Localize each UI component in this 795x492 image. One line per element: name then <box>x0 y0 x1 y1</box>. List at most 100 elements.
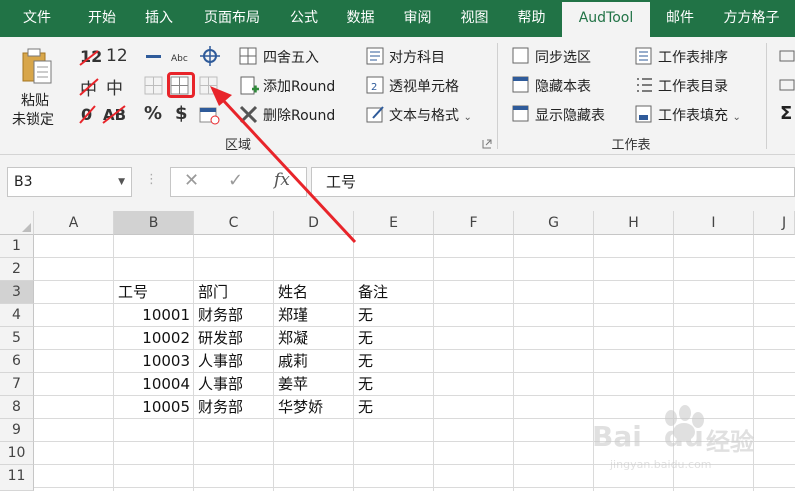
tab-home[interactable]: 开始 <box>74 0 130 37</box>
chevron-down-icon: ⌄ <box>463 112 472 123</box>
row-header[interactable]: 3 <box>0 281 34 304</box>
row-header[interactable]: 2 <box>0 258 34 281</box>
show-hidden-button[interactable]: 显示隐藏表 <box>535 105 605 125</box>
sheet-toc-button[interactable]: 工作表目录 <box>658 76 728 96</box>
table-cell[interactable]: 无 <box>354 304 434 327</box>
sheet-fill-button[interactable]: 工作表填充 ⌄ <box>658 105 741 125</box>
zero-struck-icon[interactable]: 0 <box>78 103 98 125</box>
row-header[interactable]: 10 <box>0 442 34 465</box>
tab-file[interactable]: 文件 <box>0 0 74 37</box>
name-box[interactable]: B3 ▼ <box>7 167 132 197</box>
tab-data[interactable]: 数据 <box>332 0 389 37</box>
formula-input[interactable]: 工号 <box>311 167 795 197</box>
column-header[interactable]: B <box>114 211 194 235</box>
chevron-down-icon: ⌄ <box>732 112 741 123</box>
number-12-icon[interactable]: 12 <box>106 46 128 66</box>
table-header-cell[interactable]: 备注 <box>354 281 434 304</box>
column-header[interactable]: D <box>274 211 354 235</box>
table-cell[interactable]: 戚莉 <box>274 350 354 373</box>
table-cell[interactable]: 无 <box>354 350 434 373</box>
delete-round-button[interactable]: 删除Round <box>263 105 335 125</box>
column-header[interactable]: E <box>354 211 434 235</box>
table-cell[interactable]: 华梦娇 <box>274 396 354 419</box>
table-cell[interactable]: 人事部 <box>194 373 274 396</box>
paste-unlocked-label-2[interactable]: 未锁定 <box>12 109 54 129</box>
dialog-launcher-icon[interactable] <box>482 139 492 149</box>
sheet-sort-button[interactable]: 工作表排序 <box>658 47 728 67</box>
fx-icon[interactable]: fx <box>274 170 290 190</box>
table-cell[interactable]: 财务部 <box>194 396 274 419</box>
table-cell[interactable]: 郑凝 <box>274 327 354 350</box>
tab-insert[interactable]: 插入 <box>130 0 188 37</box>
table-cell[interactable]: 无 <box>354 327 434 350</box>
column-header[interactable]: C <box>194 211 274 235</box>
column-header[interactable]: A <box>34 211 114 235</box>
table-cell[interactable]: 人事部 <box>194 350 274 373</box>
sync-select-button[interactable]: 同步选区 <box>535 47 591 67</box>
column-header[interactable]: H <box>594 211 674 235</box>
row-header[interactable]: 6 <box>0 350 34 373</box>
row-header[interactable]: 5 <box>0 327 34 350</box>
tab-fangfanggezi[interactable]: 方方格子 <box>708 0 795 37</box>
hide-sheet-button[interactable]: 隐藏本表 <box>535 76 591 96</box>
table-cell[interactable]: 研发部 <box>194 327 274 350</box>
row-header[interactable]: 7 <box>0 373 34 396</box>
row-header[interactable]: 11 <box>0 465 34 491</box>
table-cell[interactable]: 无 <box>354 396 434 419</box>
overflow-icon-1[interactable] <box>778 47 795 67</box>
sigma-icon[interactable]: Σ <box>780 103 792 124</box>
table-cell[interactable]: 无 <box>354 373 434 396</box>
check-icon[interactable]: ✓ <box>228 170 243 191</box>
grid-gray-icon[interactable] <box>144 76 164 96</box>
tab-help[interactable]: 帮助 <box>503 0 560 37</box>
center-move-icon[interactable] <box>199 45 221 67</box>
calendar-icon[interactable] <box>199 105 221 125</box>
table-header-cell[interactable]: 姓名 <box>274 281 354 304</box>
pivot-cell-button[interactable]: 透视单元格 <box>389 76 459 96</box>
table-cell[interactable]: 10004 <box>114 373 194 396</box>
cancel-icon[interactable]: ✕ <box>184 170 199 191</box>
text-format-label: 文本与格式 <box>389 108 459 124</box>
overflow-icon-2[interactable] <box>778 76 795 96</box>
tab-view[interactable]: 视图 <box>446 0 503 37</box>
add-round-button[interactable]: 添加Round <box>263 76 335 96</box>
tab-review[interactable]: 审阅 <box>389 0 446 37</box>
duifang-button[interactable]: 对方科目 <box>389 47 445 67</box>
column-header[interactable]: J <box>754 211 795 235</box>
table-header-cell[interactable]: 工号 <box>114 281 194 304</box>
grid-light-icon[interactable] <box>199 76 219 96</box>
row-header[interactable]: 1 <box>0 235 34 258</box>
tab-mail[interactable]: 邮件 <box>652 0 708 37</box>
tab-formulas[interactable]: 公式 <box>276 0 332 37</box>
table-header-cell[interactable]: 部门 <box>194 281 274 304</box>
row-header[interactable]: 8 <box>0 396 34 419</box>
paste-unlocked-label-1[interactable]: 粘贴 <box>21 90 49 110</box>
table-cell[interactable]: 郑瑾 <box>274 304 354 327</box>
column-header[interactable]: I <box>674 211 754 235</box>
row-header[interactable]: 9 <box>0 419 34 442</box>
column-header[interactable]: G <box>514 211 594 235</box>
text-format-button[interactable]: 文本与格式 ⌄ <box>389 105 472 125</box>
percent-icon[interactable]: % <box>144 103 162 124</box>
minus-icon[interactable] <box>144 47 164 67</box>
vertical-dots-icon[interactable]: ⋮ <box>145 172 158 187</box>
round-icon <box>239 47 257 65</box>
table-cell[interactable]: 10002 <box>114 327 194 350</box>
table-cell[interactable]: 姜苹 <box>274 373 354 396</box>
table-cell[interactable]: 10003 <box>114 350 194 373</box>
abc-case-icon[interactable]: Abc <box>170 47 194 67</box>
table-cell[interactable]: 10005 <box>114 396 194 419</box>
zhong-icon[interactable]: 中 <box>106 74 123 99</box>
ab-struck-icon[interactable]: AB <box>101 103 129 125</box>
chevron-down-icon[interactable]: ▼ <box>118 168 125 196</box>
dollar-icon[interactable]: $ <box>175 103 188 124</box>
row-header[interactable]: 4 <box>0 304 34 327</box>
tab-audtool[interactable]: AudTool <box>562 2 650 37</box>
tab-page-layout[interactable]: 页面布局 <box>188 0 276 37</box>
group-label-quyu: 区域 <box>224 138 251 153</box>
round-button[interactable]: 四舍五入 <box>263 47 319 67</box>
table-cell[interactable]: 财务部 <box>194 304 274 327</box>
column-header[interactable]: F <box>434 211 514 235</box>
table-cell[interactable]: 10001 <box>114 304 194 327</box>
watermark-url: jingyan.baidu.com <box>610 458 712 471</box>
